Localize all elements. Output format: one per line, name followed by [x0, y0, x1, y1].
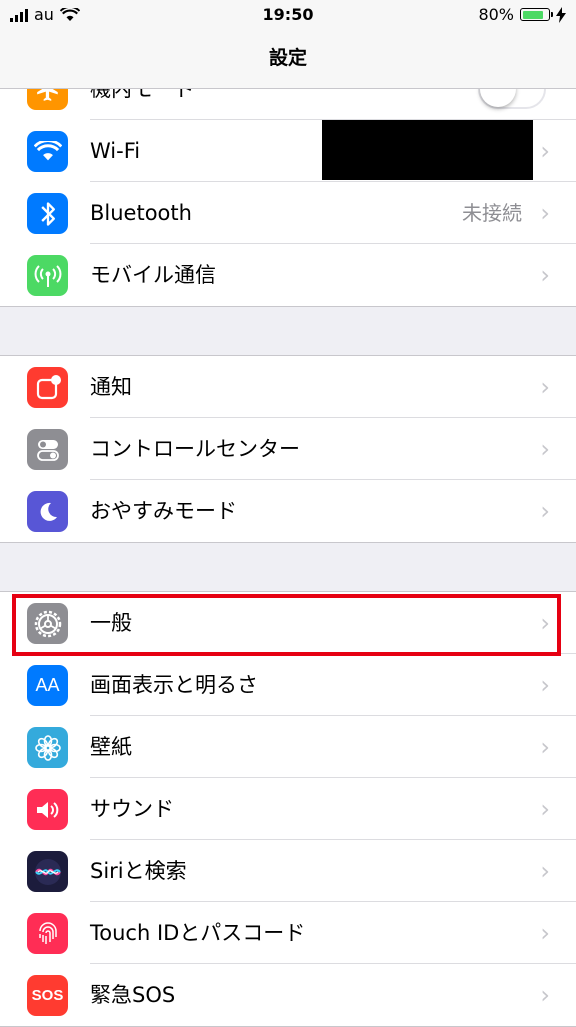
row-label: Touch IDとパスコード — [90, 921, 306, 945]
chevron-right-icon: › — [540, 609, 550, 637]
bluetooth-icon — [27, 193, 68, 234]
chevron-right-icon: › — [540, 919, 550, 947]
settings-group-notifications: 通知 › コントロールセンター › おやすみモード › — [0, 355, 576, 543]
row-sounds[interactable]: サウンド › — [0, 778, 576, 840]
settings-group-general: 一般 › AA 画面表示と明るさ › 壁紙 › サウンド › Siriと検索 ›… — [0, 591, 576, 1027]
row-general[interactable]: 一般 › — [0, 592, 576, 654]
wallpaper-flower-icon — [27, 727, 68, 768]
row-label: Wi-Fi — [90, 139, 141, 163]
bluetooth-status-value: 未接続 — [462, 201, 522, 225]
row-label: 画面表示と明るさ — [90, 673, 258, 697]
chevron-right-icon: › — [540, 671, 550, 699]
charging-bolt-icon — [556, 6, 566, 23]
row-label: 緊急SOS — [90, 983, 176, 1007]
sos-glyph: SOS — [31, 987, 64, 1004]
row-notifications[interactable]: 通知 › — [0, 356, 576, 418]
row-cellular[interactable]: モバイル通信 › — [0, 244, 576, 306]
chevron-right-icon: › — [540, 497, 550, 525]
page-title: 設定 — [268, 47, 307, 69]
row-do-not-disturb[interactable]: おやすみモード › — [0, 480, 576, 542]
chevron-right-icon: › — [540, 795, 550, 823]
row-label: Bluetooth — [90, 201, 192, 225]
control-center-icon — [27, 429, 68, 470]
chevron-right-icon: › — [540, 137, 550, 165]
row-siri-search[interactable]: Siriと検索 › — [0, 840, 576, 902]
row-emergency-sos[interactable]: SOS 緊急SOS › — [0, 964, 576, 1026]
battery-area: 80% — [478, 5, 566, 24]
text-size-glyph: AA — [35, 675, 60, 695]
chevron-right-icon: › — [540, 981, 550, 1009]
cellular-icon — [27, 255, 68, 296]
text-size-icon: AA — [27, 665, 68, 706]
gear-icon — [27, 603, 68, 644]
moon-icon — [27, 491, 68, 532]
row-label: Siriと検索 — [90, 859, 187, 883]
row-label: コントロールセンター — [90, 437, 300, 461]
chevron-right-icon: › — [540, 733, 550, 761]
navigation-bar: 設定 — [0, 32, 576, 89]
chevron-right-icon: › — [540, 261, 550, 289]
speaker-icon — [27, 789, 68, 830]
row-label: モバイル通信 — [90, 263, 216, 287]
wifi-icon — [27, 131, 68, 172]
row-display-brightness[interactable]: AA 画面表示と明るさ › — [0, 654, 576, 716]
notifications-icon — [27, 367, 68, 408]
row-label: サウンド — [90, 797, 174, 821]
chevron-right-icon: › — [540, 373, 550, 401]
row-touch-id-passcode[interactable]: Touch IDとパスコード › — [0, 902, 576, 964]
row-label: 一般 — [90, 611, 132, 635]
status-bar: au 19:50 80% — [0, 0, 576, 32]
battery-icon — [520, 8, 553, 21]
row-label: 通知 — [90, 375, 132, 399]
redacted-network-name — [322, 120, 533, 180]
row-label: 壁紙 — [90, 735, 132, 759]
settings-group-connectivity: 機内モード Wi-Fi › Bluetooth 未接続 › モバイル通信 › — [0, 58, 576, 307]
siri-icon — [27, 851, 68, 892]
sos-icon: SOS — [27, 975, 68, 1016]
row-label: おやすみモード — [90, 499, 237, 523]
chevron-right-icon: › — [540, 857, 550, 885]
row-control-center[interactable]: コントロールセンター › — [0, 418, 576, 480]
chevron-right-icon: › — [540, 435, 550, 463]
chevron-right-icon: › — [540, 199, 550, 227]
row-wallpaper[interactable]: 壁紙 › — [0, 716, 576, 778]
row-bluetooth[interactable]: Bluetooth 未接続 › — [0, 182, 576, 244]
fingerprint-icon — [27, 913, 68, 954]
settings-list[interactable]: 機内モード Wi-Fi › Bluetooth 未接続 › モバイル通信 › 通… — [0, 58, 576, 1027]
battery-percent: 80% — [478, 5, 514, 24]
